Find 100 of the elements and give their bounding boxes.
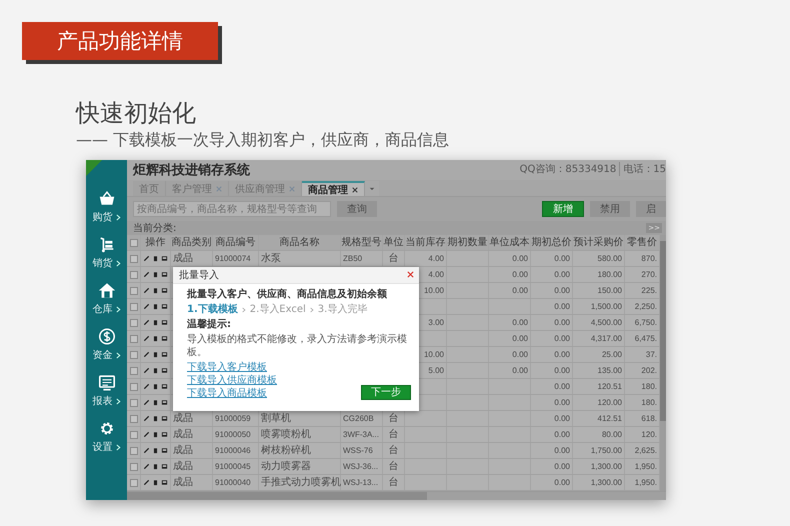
pencil-icon[interactable] — [143, 447, 150, 454]
image-icon[interactable] — [161, 415, 168, 422]
sidebar-item[interactable]: 购货 — [86, 184, 127, 230]
checkbox[interactable] — [130, 366, 138, 374]
checkbox[interactable] — [130, 334, 138, 342]
checkbox[interactable] — [130, 270, 138, 278]
trash-icon[interactable] — [152, 319, 159, 326]
app-title: 炬辉科技进销存系统 — [133, 162, 250, 179]
trash-icon[interactable] — [152, 255, 159, 262]
action-button[interactable]: 新增 — [542, 201, 584, 217]
table-cell: 1,750.00 — [573, 443, 625, 458]
basket-icon — [98, 190, 116, 207]
image-icon[interactable] — [161, 479, 168, 486]
table-cell: 412.51 — [573, 411, 625, 426]
trash-icon[interactable] — [152, 367, 159, 374]
image-icon[interactable] — [161, 463, 168, 470]
trash-icon[interactable] — [152, 271, 159, 278]
pencil-icon[interactable] — [143, 431, 150, 438]
pencil-icon[interactable] — [143, 319, 150, 326]
pencil-icon[interactable] — [143, 463, 150, 470]
step: 2.导入Excel — [250, 303, 306, 316]
download-link[interactable]: 下载导入供应商模板 — [187, 374, 277, 387]
sidebar-item[interactable]: 销货 — [86, 230, 127, 276]
screen-icon — [98, 374, 116, 391]
checkbox[interactable] — [130, 286, 138, 294]
trash-icon[interactable] — [152, 479, 159, 486]
tab[interactable]: 供应商管理 — [229, 181, 302, 196]
table-cell: 0.00 — [531, 379, 573, 394]
checkbox[interactable] — [130, 398, 138, 406]
pencil-icon[interactable] — [143, 255, 150, 262]
next-button[interactable]: 下一步 — [361, 385, 411, 400]
trash-icon[interactable] — [152, 447, 159, 454]
search-field[interactable]: 按商品编号，商品名称，规格型号等查询 — [133, 201, 331, 217]
image-icon[interactable] — [161, 271, 168, 278]
pencil-icon[interactable] — [143, 367, 150, 374]
download-link[interactable]: 下载导入客户模板 — [187, 361, 277, 374]
download-link[interactable]: 下载导入商品模板 — [187, 387, 277, 400]
image-icon[interactable] — [161, 447, 168, 454]
search-button[interactable]: 查询 — [337, 201, 377, 217]
sidebar-item[interactable]: 报表 — [86, 368, 127, 414]
pencil-icon[interactable] — [143, 303, 150, 310]
checkbox[interactable] — [130, 478, 138, 486]
section-subheading: —— 下载模板一次导入期初客户，供应商，商品信息 — [76, 130, 450, 150]
pencil-icon[interactable] — [143, 479, 150, 486]
image-icon[interactable] — [161, 431, 168, 438]
checkbox[interactable] — [130, 350, 138, 358]
table-cell: 580.00 — [573, 251, 625, 266]
trash-icon[interactable] — [152, 287, 159, 294]
horizontal-scrollbar[interactable] — [127, 491, 666, 500]
image-icon[interactable] — [161, 367, 168, 374]
column-header: 期初总价 — [531, 235, 573, 250]
pencil-icon[interactable] — [143, 271, 150, 278]
table-cell: 3WF-3A... — [341, 427, 383, 442]
checkbox[interactable] — [130, 302, 138, 310]
image-icon[interactable] — [161, 303, 168, 310]
table-cell: WSJ-13... — [341, 475, 383, 490]
checkbox[interactable] — [130, 318, 138, 326]
image-icon[interactable] — [161, 383, 168, 390]
vertical-scrollbar[interactable] — [660, 235, 666, 491]
image-icon[interactable] — [161, 319, 168, 326]
trash-icon[interactable] — [152, 463, 159, 470]
image-icon[interactable] — [161, 287, 168, 294]
tab[interactable]: 客户管理 — [166, 181, 229, 196]
image-icon[interactable] — [161, 335, 168, 342]
checkbox[interactable] — [130, 414, 138, 422]
image-icon[interactable] — [161, 255, 168, 262]
action-button[interactable]: 启 — [636, 201, 666, 217]
pencil-icon[interactable] — [143, 383, 150, 390]
section-heading: 快速初始化 — [76, 98, 197, 128]
checkbox[interactable] — [130, 254, 138, 262]
trash-icon[interactable] — [152, 303, 159, 310]
sidebar-item[interactable]: 仓库 — [86, 276, 127, 322]
table-cell: 0.00 — [489, 347, 531, 362]
trash-icon[interactable] — [152, 415, 159, 422]
pencil-icon[interactable] — [143, 335, 150, 342]
image-icon[interactable] — [161, 351, 168, 358]
sidebar-item[interactable]: 资金 — [86, 322, 127, 368]
action-button[interactable]: 禁用 — [590, 201, 630, 217]
checkbox[interactable] — [130, 446, 138, 454]
checkbox[interactable] — [130, 430, 138, 438]
pencil-icon[interactable] — [143, 351, 150, 358]
image-icon[interactable] — [161, 399, 168, 406]
trash-icon[interactable] — [152, 335, 159, 342]
checkbox[interactable] — [130, 238, 138, 246]
checkbox[interactable] — [130, 382, 138, 390]
close-button[interactable] — [407, 271, 415, 279]
pencil-icon[interactable] — [143, 399, 150, 406]
trash-icon[interactable] — [152, 383, 159, 390]
checkbox[interactable] — [130, 462, 138, 470]
table-cell: 0.00 — [531, 411, 573, 426]
pencil-icon[interactable] — [143, 415, 150, 422]
sidebar-item[interactable]: 设置 — [86, 414, 127, 460]
trash-icon[interactable] — [152, 399, 159, 406]
column-header: 单位 — [383, 235, 405, 250]
trash-icon[interactable] — [152, 431, 159, 438]
tab[interactable]: 首页 — [133, 181, 166, 196]
tab[interactable]: 商品管理 — [302, 181, 365, 196]
house-icon — [98, 282, 116, 299]
pencil-icon[interactable] — [143, 287, 150, 294]
trash-icon[interactable] — [152, 351, 159, 358]
